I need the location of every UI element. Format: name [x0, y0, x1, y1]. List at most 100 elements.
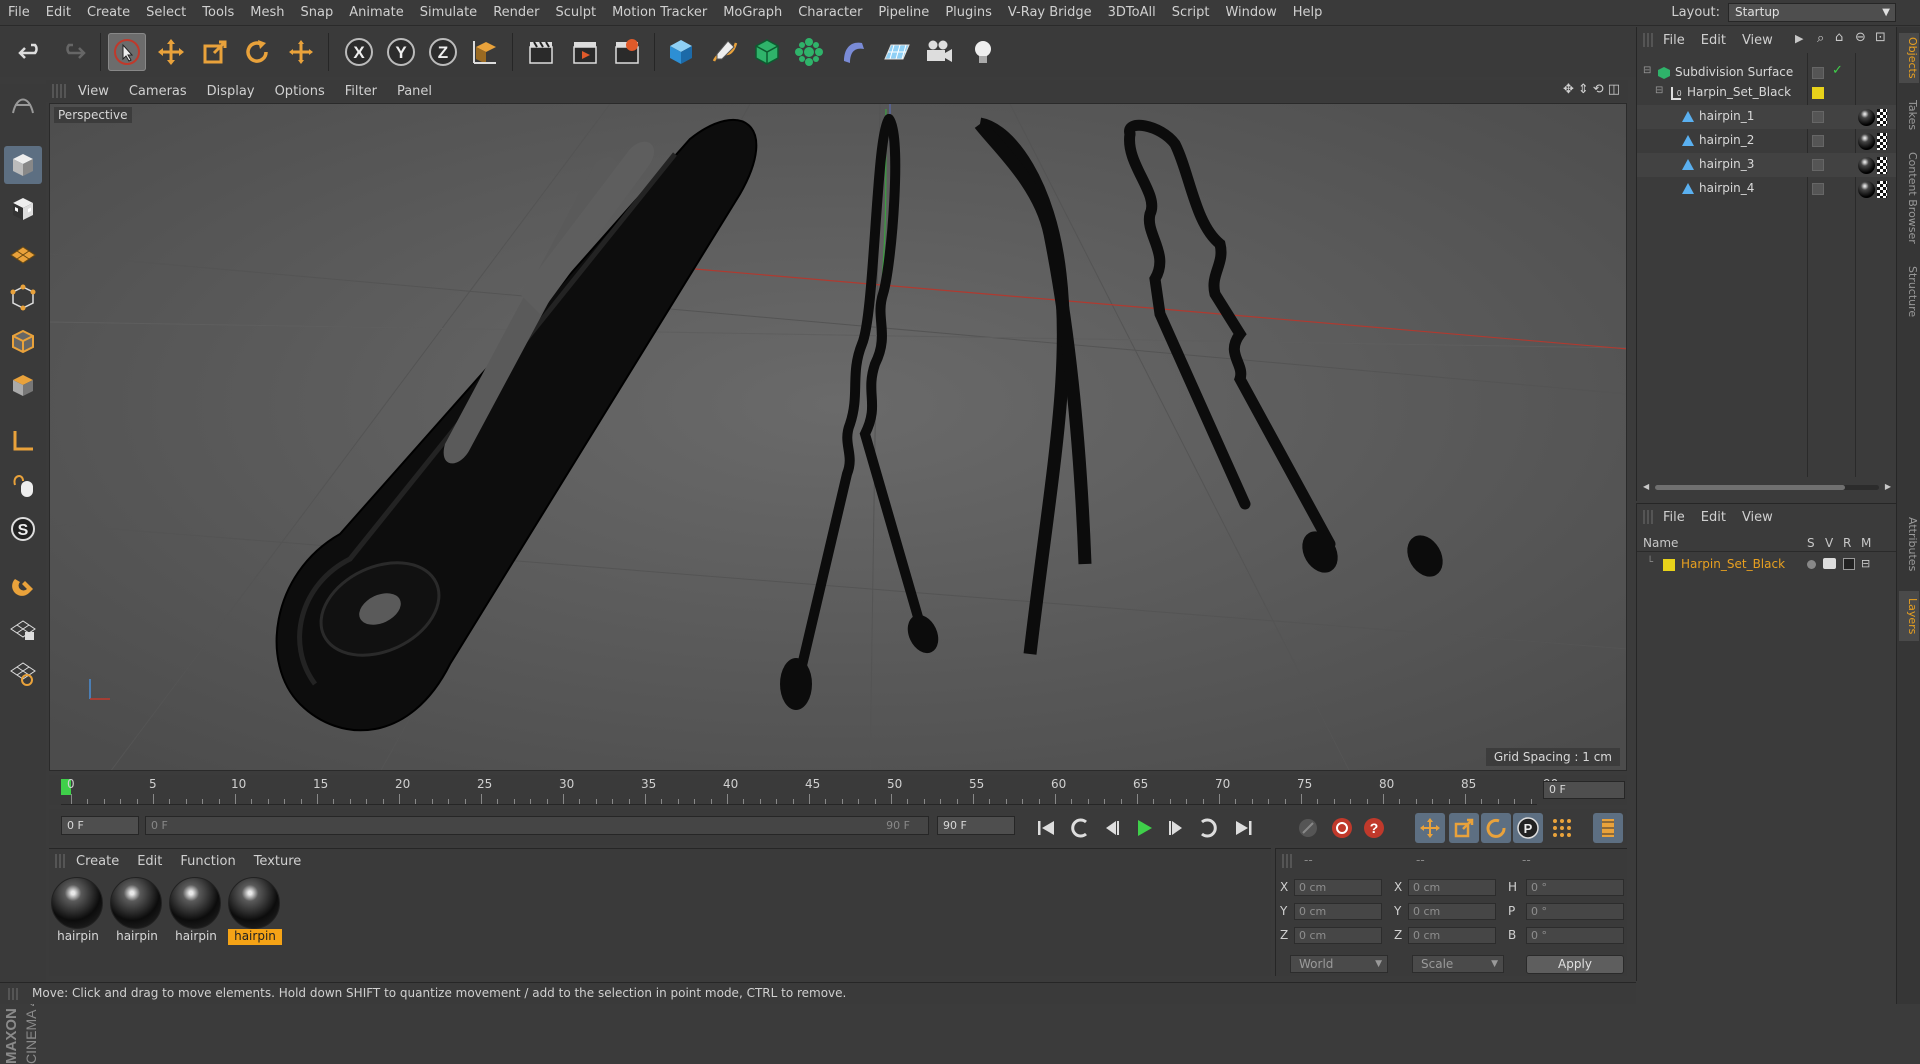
material-tag-icon[interactable] — [1858, 181, 1875, 198]
object-row-hairpin-2[interactable]: hairpin_2 — [1637, 129, 1897, 153]
undo-button[interactable] — [12, 33, 50, 71]
viewport-menu-cameras[interactable]: Cameras — [119, 84, 197, 99]
uvw-tag-icon[interactable] — [1877, 157, 1887, 174]
goto-end-button[interactable] — [1229, 813, 1259, 843]
menu-mesh[interactable]: Mesh — [242, 5, 292, 20]
record-active-button[interactable] — [1327, 813, 1357, 843]
material-swatch[interactable]: hairpin — [51, 877, 105, 947]
redo-button[interactable] — [54, 33, 92, 71]
material-swatch[interactable]: hairpin — [169, 877, 223, 947]
position-y-field[interactable]: 0 cm — [1294, 903, 1382, 920]
uvw-tag-icon[interactable] — [1877, 133, 1887, 150]
light-button[interactable] — [964, 33, 1002, 71]
menu-3dtoall[interactable]: 3DToAll — [1100, 5, 1164, 20]
timeline-ticks[interactable]: 051015202530354045505560657075808590 — [61, 775, 1558, 805]
cube-button[interactable] — [662, 33, 700, 71]
render-view-button[interactable] — [522, 33, 560, 71]
uvw-tag-icon[interactable] — [1877, 181, 1887, 198]
object-menu-view[interactable]: View — [1734, 33, 1781, 48]
viewport-menu-panel[interactable]: Panel — [387, 84, 442, 99]
layout-select[interactable]: Startup ▼ — [1728, 3, 1896, 22]
uvw-tag-icon[interactable] — [1877, 109, 1887, 126]
viewport-pan-icon[interactable]: ✥ — [1563, 82, 1574, 97]
editor-visibility-toggle[interactable] — [1812, 135, 1824, 147]
cloner-button[interactable] — [790, 33, 828, 71]
editor-visibility-toggle[interactable] — [1812, 159, 1824, 171]
preview-range-slider[interactable]: 0 F 90 F — [145, 816, 929, 835]
menu-vray-bridge[interactable]: V-Ray Bridge — [1000, 5, 1100, 20]
rotation-h-field[interactable]: 0 ° — [1526, 879, 1624, 896]
object-menu-file[interactable]: File — [1655, 33, 1693, 48]
menu-edit[interactable]: Edit — [38, 5, 79, 20]
autokey-button[interactable]: ? — [1359, 813, 1389, 843]
tab-structure[interactable]: Structure — [1899, 259, 1919, 325]
camera-button[interactable] — [920, 33, 958, 71]
viewport-toggle-icon[interactable]: ◫ — [1608, 82, 1620, 97]
render-settings-button[interactable] — [608, 33, 646, 71]
menu-pipeline[interactable]: Pipeline — [870, 5, 937, 20]
object-row-harpin-set-black[interactable]: ⊟ 0 Harpin_Set_Black — [1637, 81, 1897, 105]
object-row-hairpin-1[interactable]: hairpin_1 — [1637, 105, 1897, 129]
menu-tools[interactable]: Tools — [194, 5, 242, 20]
coordinate-space-select[interactable]: World ▼ — [1290, 955, 1388, 973]
object-horizontal-scrollbar[interactable]: ◀ ▶ — [1643, 482, 1891, 492]
workplane-mode-button[interactable] — [4, 234, 42, 272]
deformer-button[interactable] — [834, 33, 872, 71]
polygons-mode-button[interactable] — [4, 366, 42, 404]
floor-button[interactable] — [878, 33, 916, 71]
bookmark-icon[interactable]: ⊖ — [1855, 30, 1866, 45]
key-parameter-button[interactable]: P — [1513, 813, 1543, 843]
view-toggle-icon[interactable] — [1823, 558, 1836, 569]
enabled-check-icon[interactable]: ✓ — [1832, 63, 1843, 78]
coordinate-mode-select[interactable]: Scale ▼ — [1412, 955, 1504, 973]
layer-color-swatch[interactable] — [1812, 87, 1824, 99]
model-mode-button[interactable] — [4, 146, 42, 184]
menu-create[interactable]: Create — [79, 5, 138, 20]
menu-character[interactable]: Character — [790, 5, 870, 20]
tree-collapse-icon[interactable]: ⊟ — [1655, 85, 1663, 96]
menu-simulate[interactable]: Simulate — [412, 5, 485, 20]
perspective-viewport[interactable]: Perspective Grid Spacing : 1 cm — [49, 103, 1627, 771]
next-key-button[interactable] — [1193, 813, 1223, 843]
solo-toggle-icon[interactable] — [1807, 560, 1816, 569]
menu-snap[interactable]: Snap — [293, 5, 342, 20]
scale-button[interactable] — [196, 33, 234, 71]
material-menu-texture[interactable]: Texture — [245, 854, 311, 869]
tab-layers[interactable]: Layers — [1899, 591, 1919, 641]
key-scale-button[interactable] — [1449, 813, 1479, 843]
menu-select[interactable]: Select — [138, 5, 194, 20]
record-keys-button[interactable] — [1293, 813, 1323, 843]
object-row-hairpin-3[interactable]: hairpin_3 — [1637, 153, 1897, 177]
position-z-field[interactable]: 0 cm — [1294, 927, 1382, 944]
layer-menu-view[interactable]: View — [1734, 510, 1781, 525]
object-menu-edit[interactable]: Edit — [1693, 33, 1734, 48]
menu-animate[interactable]: Animate — [341, 5, 411, 20]
recent-tools-button[interactable] — [282, 33, 320, 71]
size-z-field[interactable]: 0 cm — [1408, 927, 1496, 944]
viewport-menu-filter[interactable]: Filter — [335, 84, 387, 99]
menu-file[interactable]: File — [0, 5, 38, 20]
y-axis-button[interactable]: Y — [382, 33, 420, 71]
viewport-menu-display[interactable]: Display — [197, 84, 265, 99]
tweak-mode-button[interactable] — [4, 466, 42, 504]
next-frame-button[interactable] — [1161, 813, 1191, 843]
menu-mograph[interactable]: MoGraph — [715, 5, 790, 20]
magnet-button[interactable] — [4, 566, 42, 604]
layer-menu-file[interactable]: File — [1655, 510, 1693, 525]
make-editable-button[interactable] — [4, 86, 42, 124]
viewport-menu-view[interactable]: View — [68, 84, 119, 99]
menu-help[interactable]: Help — [1285, 5, 1331, 20]
tab-attributes[interactable]: Attributes — [1899, 507, 1919, 581]
tab-takes[interactable]: Takes — [1899, 93, 1919, 137]
chevron-right-icon[interactable]: ▶ — [1795, 32, 1803, 45]
editor-visibility-toggle[interactable] — [1812, 67, 1824, 79]
scrollbar-thumb[interactable] — [1655, 485, 1845, 490]
editor-visibility-toggle[interactable] — [1812, 183, 1824, 195]
points-mode-button[interactable] — [4, 278, 42, 316]
object-row-hairpin-4[interactable]: hairpin_4 — [1637, 177, 1897, 201]
planar-workplane-button[interactable] — [4, 654, 42, 692]
timeline-window-button[interactable] — [1593, 813, 1623, 843]
new-window-icon[interactable]: ⊡ — [1875, 30, 1886, 45]
manager-toggle-icon[interactable]: ⊟ — [1861, 557, 1870, 570]
material-menu-create[interactable]: Create — [67, 854, 128, 869]
